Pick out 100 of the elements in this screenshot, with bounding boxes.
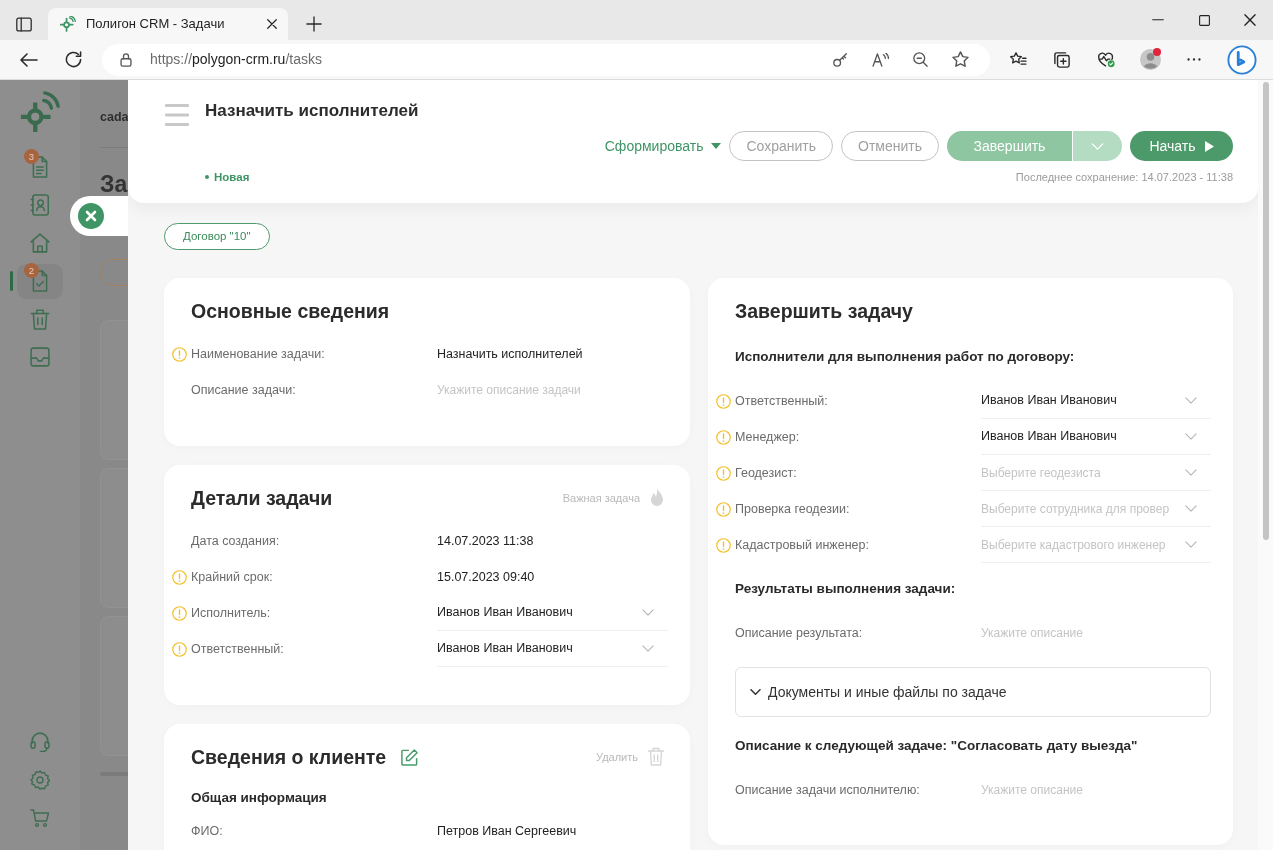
complete-button[interactable]: Завершить xyxy=(947,131,1072,161)
close-icon[interactable] xyxy=(267,19,277,29)
start-button[interactable]: Начать xyxy=(1130,131,1233,161)
field-label: Исполнитель: xyxy=(191,604,271,622)
url-text: https://polygon-crm.ru/tasks xyxy=(150,50,322,69)
more-icon[interactable] xyxy=(1187,58,1201,61)
last-saved-text: Последнее сохранение: 14.07.2023 - 11:38 xyxy=(1015,170,1233,185)
address-bar[interactable]: https://polygon-crm.ru/tasks xyxy=(102,43,990,76)
cart-icon xyxy=(30,808,50,828)
chevron-down-icon xyxy=(1185,541,1197,548)
favorites-icon[interactable] xyxy=(1009,52,1027,67)
important-toggle[interactable]: Важная задача xyxy=(562,488,668,508)
input-field[interactable]: Укажите описание xyxy=(981,780,1211,800)
field-label: Описание результата: xyxy=(735,624,863,642)
field-label: Менеджер: xyxy=(735,428,800,446)
field-label: Ответственный: xyxy=(191,640,284,658)
plus-icon[interactable] xyxy=(306,16,322,32)
dropdown-toggle-button[interactable] xyxy=(1072,131,1122,161)
count-badge: 3 xyxy=(24,148,39,164)
close-icon xyxy=(78,203,104,229)
back-icon[interactable] xyxy=(20,52,38,67)
breadcrumb-text: cada xyxy=(100,109,128,125)
maximize-icon[interactable] xyxy=(1198,14,1210,26)
outline-button[interactable]: Сохранить xyxy=(729,131,833,161)
document-check-icon xyxy=(30,270,50,292)
card-title: Сведения о клиенте xyxy=(191,745,387,770)
trash-icon xyxy=(30,308,50,330)
scrollbar-thumb[interactable] xyxy=(1263,82,1269,540)
chevron-down-icon xyxy=(1091,142,1104,150)
chevron-down-icon xyxy=(642,645,654,652)
tab-title: Полигон CRM - Задачи xyxy=(86,15,226,34)
input-field[interactable]: Укажите описание задачи xyxy=(437,380,668,400)
select-field[interactable]: Выберите геодезиста xyxy=(981,455,1211,491)
chevron-down-icon xyxy=(1185,469,1197,476)
contact-book-icon xyxy=(30,194,50,216)
page-title: За xyxy=(100,170,128,198)
field-value: Петров Иван Сергеевич xyxy=(437,822,577,840)
select-field[interactable]: Выберите сотрудника для провер xyxy=(981,491,1211,527)
card-title: Детали задачи xyxy=(191,486,333,511)
star-icon[interactable] xyxy=(951,51,969,68)
chevron-down-icon xyxy=(1185,505,1197,512)
field-label: Описание задачи: xyxy=(191,381,296,399)
gear-icon xyxy=(30,770,50,790)
select-field[interactable]: Выберите кадастрового инженер xyxy=(981,527,1211,563)
select-field[interactable]: Иванов Иван Иванович xyxy=(981,419,1211,455)
window-icon[interactable] xyxy=(16,16,32,32)
play-icon xyxy=(1204,140,1214,152)
input-field[interactable]: Укажите описание xyxy=(981,623,1211,643)
generate-dropdown[interactable]: Сформировать xyxy=(604,131,722,161)
field-value: Назначить исполнителей xyxy=(437,345,583,363)
sidebar-item[interactable]: 2 xyxy=(17,263,63,299)
logo-icon[interactable] xyxy=(1227,44,1257,75)
caret-icon xyxy=(711,143,722,149)
logo-icon xyxy=(60,16,76,32)
section-heading: Общая информация xyxy=(191,789,327,807)
document-list-icon xyxy=(30,156,50,178)
outline-button[interactable]: Отменить xyxy=(841,131,939,161)
lock-icon xyxy=(120,52,132,67)
zoom-out-icon[interactable] xyxy=(912,52,928,67)
collections-icon[interactable] xyxy=(1054,51,1070,68)
close-button[interactable] xyxy=(70,196,128,236)
field-value: 15.07.2023 09:40 xyxy=(437,568,535,586)
chevron-down-icon xyxy=(642,609,654,616)
contract-chip[interactable]: Договор "10" xyxy=(164,223,270,250)
delete-button[interactable]: Удалить xyxy=(596,747,668,767)
select-field[interactable]: Иванов Иван Иванович xyxy=(437,595,668,631)
field-label: Описание задачи исполнителю: xyxy=(735,781,920,799)
field-label: Ответственный: xyxy=(735,392,828,410)
select-field[interactable]: Иванов Иван Иванович xyxy=(437,631,668,667)
field-label: Дата создания: xyxy=(191,532,280,550)
card-title: Основные сведения xyxy=(191,299,390,324)
inbox-icon xyxy=(30,346,50,368)
avatar-icon[interactable] xyxy=(1139,49,1161,70)
section-heading: Исполнители для выполнения работ по договору: xyxy=(735,348,1075,366)
count-badge: 2 xyxy=(24,262,39,278)
chevron-down-icon xyxy=(1185,433,1197,440)
files-accordion[interactable]: Документы и иные файлы по задаче xyxy=(735,667,1211,717)
select-field[interactable]: Иванов Иван Иванович xyxy=(981,383,1211,419)
field-label: Геодезист: xyxy=(735,464,797,482)
field-label: Кадастровый инженер: xyxy=(735,536,869,554)
close-icon[interactable] xyxy=(1244,14,1256,26)
section-heading: Описание к следующей задаче: "Согласовать дату выезда" xyxy=(735,737,1138,755)
minimize-icon[interactable] xyxy=(1152,19,1164,21)
edit-icon[interactable] xyxy=(401,748,419,766)
browser-tab[interactable]: Полигон CRM - Задачи xyxy=(48,8,288,40)
home-icon xyxy=(30,232,50,254)
status-text: Новая xyxy=(214,170,250,185)
task-title: Назначить исполнителей xyxy=(205,100,419,122)
chevron-down-icon xyxy=(1185,397,1197,404)
field-value: 14.07.2023 11:38 xyxy=(437,532,534,550)
heart-pulse-icon[interactable] xyxy=(1097,51,1115,68)
field-label: ФИО: xyxy=(191,822,223,840)
sidebar-item[interactable]: 3 xyxy=(17,149,63,185)
field-label: Проверка геодезии: xyxy=(735,500,850,518)
key-icon[interactable] xyxy=(832,52,848,67)
read-aloud-icon[interactable] xyxy=(871,52,889,67)
card-title: Завершить задачу xyxy=(735,299,913,324)
section-heading: Результаты выполнения задачи: xyxy=(735,580,956,598)
trash-icon xyxy=(648,747,664,767)
reload-icon[interactable] xyxy=(64,51,82,68)
